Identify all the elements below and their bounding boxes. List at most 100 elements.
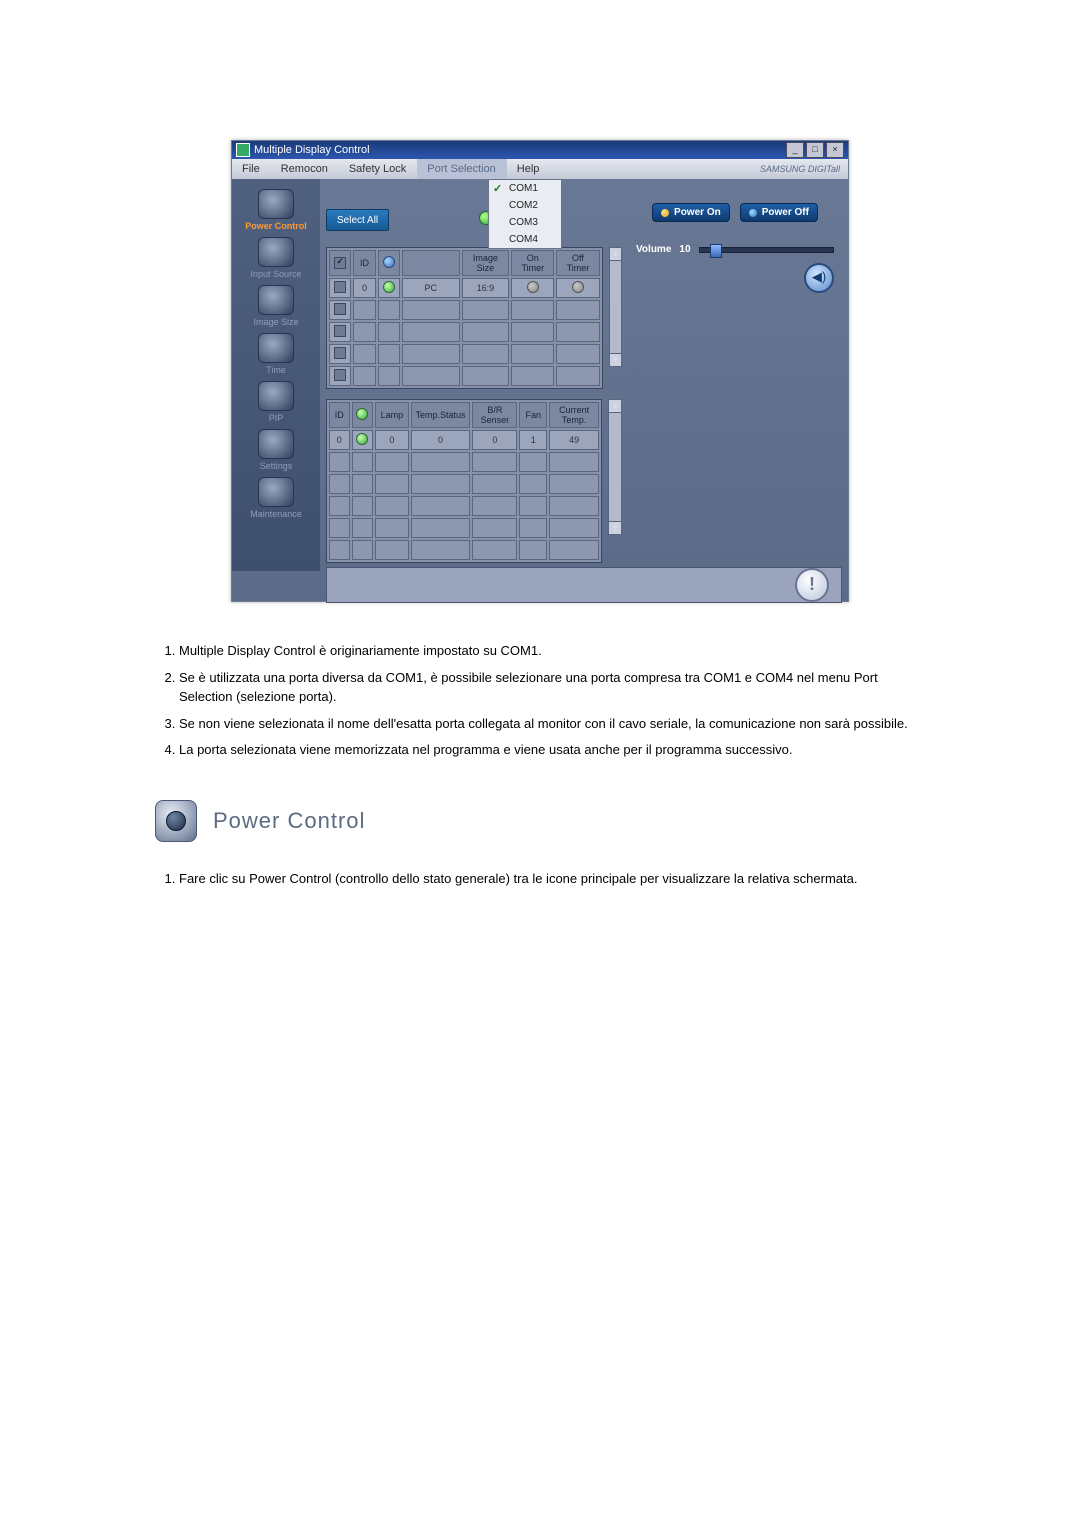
scroll-up-icon[interactable]: ▲ (609, 400, 621, 413)
brand-logo: SAMSUNG DIGITall (760, 164, 848, 174)
scroll-down-icon[interactable]: ▼ (610, 353, 621, 366)
section-heading: Power Control (155, 800, 925, 842)
volume-label: Volume (636, 244, 671, 255)
row-checkbox[interactable] (334, 303, 346, 315)
table-row[interactable]: 0 PC 16:9 (329, 278, 600, 298)
port-option-com2[interactable]: COM2 (489, 197, 561, 214)
status-bar: ! (326, 567, 842, 603)
row-checkbox[interactable] (334, 347, 346, 359)
volume-slider[interactable] (699, 247, 834, 253)
power-off-label: Power Off (762, 207, 809, 218)
cell-image-size: 16:9 (462, 278, 510, 298)
volume-slider-thumb[interactable] (710, 244, 722, 258)
input-source-icon (258, 237, 294, 267)
menu-file[interactable]: File (232, 159, 271, 179)
menu-remocon[interactable]: Remocon (271, 159, 339, 179)
cell-source: PC (402, 278, 460, 298)
col-current-temp: Current Temp. (549, 402, 599, 428)
power-control-icon (258, 189, 294, 219)
sidebar-item-maintenance[interactable]: Maintenance (250, 477, 302, 519)
row-checkbox[interactable] (334, 281, 346, 293)
table-row-empty (329, 474, 599, 494)
table-row-empty (329, 496, 599, 516)
cell-id: 0 (329, 430, 350, 450)
speaker-icon[interactable]: ◀) (804, 263, 834, 293)
menu-help[interactable]: Help (507, 159, 551, 179)
table-row-empty (329, 366, 600, 386)
port-option-com3[interactable]: COM3 (489, 214, 561, 231)
window-title: Multiple Display Control (254, 144, 370, 156)
menubar: File Remocon Safety Lock Port Selection … (232, 159, 848, 179)
sidebar-label: Time (266, 365, 286, 375)
col-fan: Fan (519, 402, 547, 428)
table-row-empty (329, 518, 599, 538)
power-off-led-icon (749, 209, 757, 217)
row-checkbox[interactable] (334, 325, 346, 337)
pip-icon (258, 381, 294, 411)
sidebar-item-settings[interactable]: Settings (258, 429, 294, 471)
window-controls: _ □ × (786, 142, 844, 158)
grid2-scrollbar[interactable]: ▲ ▼ (608, 399, 622, 535)
table-row-empty (329, 322, 600, 342)
table-header: ID Image Size On Timer Off Timer (329, 250, 600, 276)
list-item: La porta selezionata viene memorizzata n… (179, 741, 925, 760)
col-lamp: Lamp (375, 402, 409, 428)
maximize-button[interactable]: □ (806, 142, 824, 158)
power-on-button[interactable]: Power On (652, 203, 730, 222)
info-icon[interactable]: ! (795, 568, 829, 602)
right-panel: Power On Power Off Volume 10 (628, 185, 842, 563)
header-checkbox[interactable] (334, 257, 346, 269)
cell-current-temp: 49 (549, 430, 599, 450)
port-option-com1[interactable]: COM1 (489, 180, 561, 197)
sidebar-item-input-source[interactable]: Input Source (250, 237, 301, 279)
port-selection-dropdown[interactable]: COM1 COM2 COM3 COM4 (488, 179, 562, 249)
header-status-led-icon (383, 256, 395, 268)
sidebar-item-power-control[interactable]: Power Control (245, 189, 307, 231)
table-row[interactable]: 0 0 0 0 1 49 (329, 430, 599, 450)
time-icon (258, 333, 294, 363)
row-status-led-icon (383, 281, 395, 293)
power-off-button[interactable]: Power Off (740, 203, 818, 222)
on-timer-led-icon (527, 281, 539, 293)
instruction-list-2: Fare clic su Power Control (controllo de… (155, 870, 925, 889)
scroll-down-icon[interactable]: ▼ (609, 521, 621, 534)
close-button[interactable]: × (826, 142, 844, 158)
image-size-icon (258, 285, 294, 315)
col-br-senser: B/R Senser (472, 402, 517, 428)
list-item: Se non viene selezionata il nome dell'es… (179, 715, 925, 734)
sidebar: Power Control Input Source Image Size Ti… (232, 179, 320, 571)
volume-value: 10 (679, 244, 690, 255)
menu-safety-lock[interactable]: Safety Lock (339, 159, 417, 179)
off-timer-led-icon (572, 281, 584, 293)
sidebar-item-image-size[interactable]: Image Size (253, 285, 298, 327)
document-body: Multiple Display Control è originariamen… (155, 642, 925, 889)
cell-id: 0 (353, 278, 375, 298)
sidebar-label: Input Source (250, 269, 301, 279)
power-on-label: Power On (674, 207, 721, 218)
status-table[interactable]: ID Lamp Temp.Status B/R Senser Fan Curre… (326, 399, 602, 563)
col-off-timer: Off Timer (556, 250, 599, 276)
display-table[interactable]: ID Image Size On Timer Off Timer 0 (326, 247, 603, 389)
cell-br-senser: 0 (472, 430, 517, 450)
col-image-size: Image Size (462, 250, 510, 276)
list-item: Se è utilizzata una porta diversa da COM… (179, 669, 925, 707)
power-on-led-icon (661, 209, 669, 217)
list-item: Fare clic su Power Control (controllo de… (179, 870, 925, 889)
sidebar-item-time[interactable]: Time (258, 333, 294, 375)
scroll-up-icon[interactable]: ▲ (610, 248, 621, 261)
grid1-scrollbar[interactable]: ▲ ▼ (609, 247, 622, 367)
cell-temp-status: 0 (411, 430, 471, 450)
select-all-button[interactable]: Select All (326, 209, 389, 231)
sidebar-label: Image Size (253, 317, 298, 327)
row-checkbox[interactable] (334, 369, 346, 381)
port-option-com4[interactable]: COM4 (489, 231, 561, 248)
sidebar-item-pip[interactable]: PIP (258, 381, 294, 423)
sidebar-label: Maintenance (250, 509, 302, 519)
app-window: Multiple Display Control _ □ × File Remo… (231, 140, 849, 602)
table-header: ID Lamp Temp.Status B/R Senser Fan Curre… (329, 402, 599, 428)
menu-port-selection[interactable]: Port Selection (417, 159, 506, 179)
minimize-button[interactable]: _ (786, 142, 804, 158)
status-header-led-icon (356, 408, 368, 420)
section-title: Power Control (213, 805, 365, 837)
power-control-section-icon (155, 800, 197, 842)
